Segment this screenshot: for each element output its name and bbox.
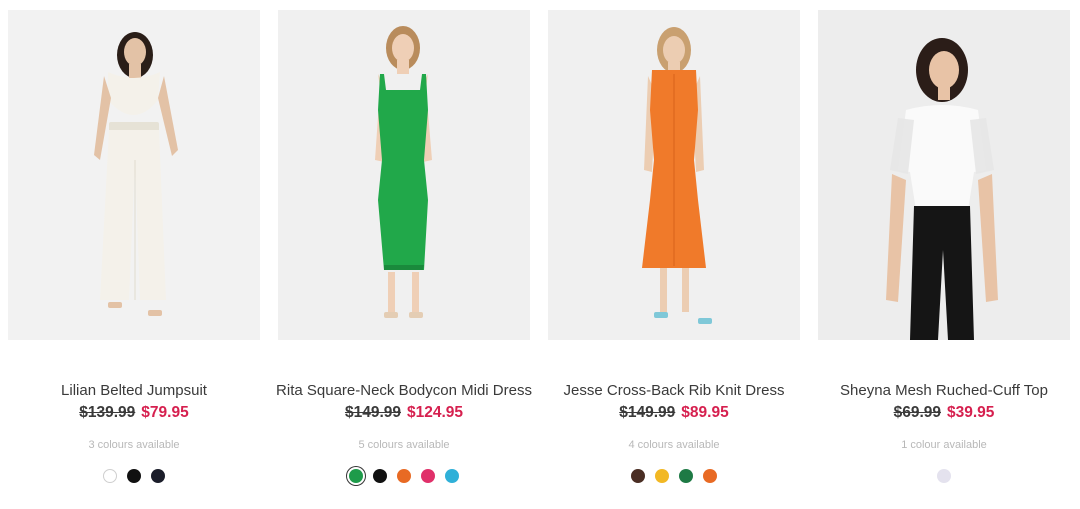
price-row: $149.99 $89.95 <box>528 402 820 423</box>
colour-swatches <box>798 469 1080 483</box>
product-info: Lilian Belted Jumpsuit $139.99 $79.95 3 c… <box>0 380 280 483</box>
swatch-green[interactable] <box>679 469 693 483</box>
swatch-black[interactable] <box>127 469 141 483</box>
original-price: $69.99 <box>893 404 941 421</box>
swatch-orange[interactable] <box>397 469 411 483</box>
product-name[interactable]: Sheyna Mesh Ruched-Cuff Top <box>798 380 1080 401</box>
product-info: Sheyna Mesh Ruched-Cuff Top $69.99 $39.95… <box>798 380 1080 483</box>
swatch-pink[interactable] <box>421 469 435 483</box>
sale-price: $89.95 <box>681 404 729 421</box>
product-image[interactable] <box>8 10 260 340</box>
product-image[interactable] <box>278 10 530 340</box>
product-info: Jesse Cross-Back Rib Knit Dress $149.99 $… <box>528 380 820 483</box>
colour-count: 3 colours available <box>88 439 180 451</box>
colour-swatches <box>0 469 280 483</box>
swatch-orange[interactable] <box>703 469 717 483</box>
product-name[interactable]: Jesse Cross-Back Rib Knit Dress <box>528 380 820 401</box>
colour-swatches <box>528 469 820 483</box>
swatch-green[interactable] <box>349 469 363 483</box>
colour-count: 5 colours available <box>358 439 450 451</box>
swatch-white[interactable] <box>103 469 117 483</box>
price-row: $149.99 $124.95 <box>258 402 550 423</box>
product-card[interactable]: Jesse Cross-Back Rib Knit Dress $149.99 $… <box>548 10 800 483</box>
product-name[interactable]: Lilian Belted Jumpsuit <box>0 380 280 401</box>
sale-price: $79.95 <box>141 404 189 421</box>
swatch-navy[interactable] <box>151 469 165 483</box>
price-row: $139.99 $79.95 <box>0 402 280 423</box>
sale-price: $39.95 <box>947 404 995 421</box>
original-price: $149.99 <box>619 404 676 421</box>
swatch-blue[interactable] <box>445 469 459 483</box>
price-row: $69.99 $39.95 <box>798 402 1080 423</box>
product-card[interactable]: Rita Square-Neck Bodycon Midi Dress $149… <box>276 10 532 483</box>
product-name[interactable]: Rita Square-Neck Bodycon Midi Dress <box>258 380 550 401</box>
product-image[interactable] <box>818 10 1070 340</box>
swatch-brown[interactable] <box>631 469 645 483</box>
swatch-black[interactable] <box>373 469 387 483</box>
swatch-lilac[interactable] <box>937 469 951 483</box>
original-price: $149.99 <box>344 404 401 421</box>
original-price: $139.99 <box>79 404 136 421</box>
product-info: Rita Square-Neck Bodycon Midi Dress $149… <box>258 380 550 483</box>
colour-count: 4 colours available <box>628 439 720 451</box>
sale-price: $124.95 <box>407 404 464 421</box>
product-card[interactable]: Sheyna Mesh Ruched-Cuff Top $69.99 $39.95… <box>818 10 1070 483</box>
product-grid: Lilian Belted Jumpsuit $139.99 $79.95 3 c… <box>0 0 1080 509</box>
product-card[interactable]: Lilian Belted Jumpsuit $139.99 $79.95 3 c… <box>8 10 260 483</box>
swatch-yellow[interactable] <box>655 469 669 483</box>
product-image[interactable] <box>548 10 800 340</box>
colour-swatches <box>258 469 550 483</box>
colour-count: 1 colour available <box>901 439 987 451</box>
